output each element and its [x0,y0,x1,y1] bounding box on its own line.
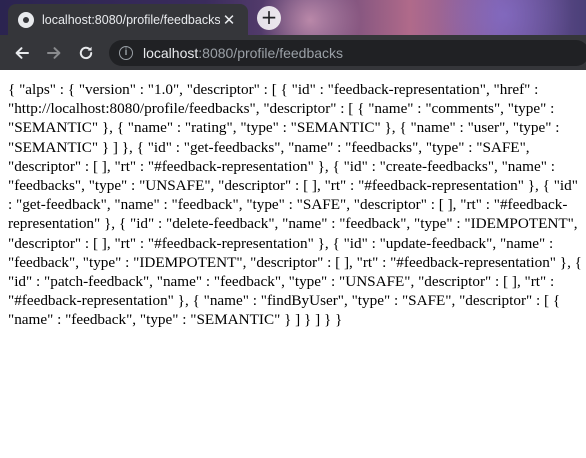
globe-icon [18,11,34,28]
back-button[interactable] [8,39,36,67]
json-response-body: { "alps" : { "version" : "1.0", "descrip… [8,81,582,329]
tab-title: localhost:8080/profile/feedbacks [42,12,220,27]
browser-tab-active[interactable]: localhost:8080/profile/feedbacks ✕ [8,4,248,35]
url-host: localhost [143,45,199,61]
forward-button[interactable] [40,39,68,67]
info-icon[interactable]: i [119,46,133,60]
close-tab-icon[interactable]: ✕ [220,11,238,29]
browser-toolbar: i localhost:8080/profile/feedbacks [0,35,586,70]
arrow-left-icon [15,46,29,59]
tab-strip: localhost:8080/profile/feedbacks ✕ + [0,0,586,35]
reload-button[interactable] [72,39,100,67]
arrow-right-icon [47,46,61,59]
url-path: :8080/profile/feedbacks [198,45,344,61]
url-text[interactable]: localhost:8080/profile/feedbacks [143,45,343,61]
new-tab-button[interactable]: + [257,6,281,30]
reload-icon [79,46,93,59]
theme-decoration [420,0,586,35]
address-bar[interactable]: i localhost:8080/profile/feedbacks [109,40,586,66]
